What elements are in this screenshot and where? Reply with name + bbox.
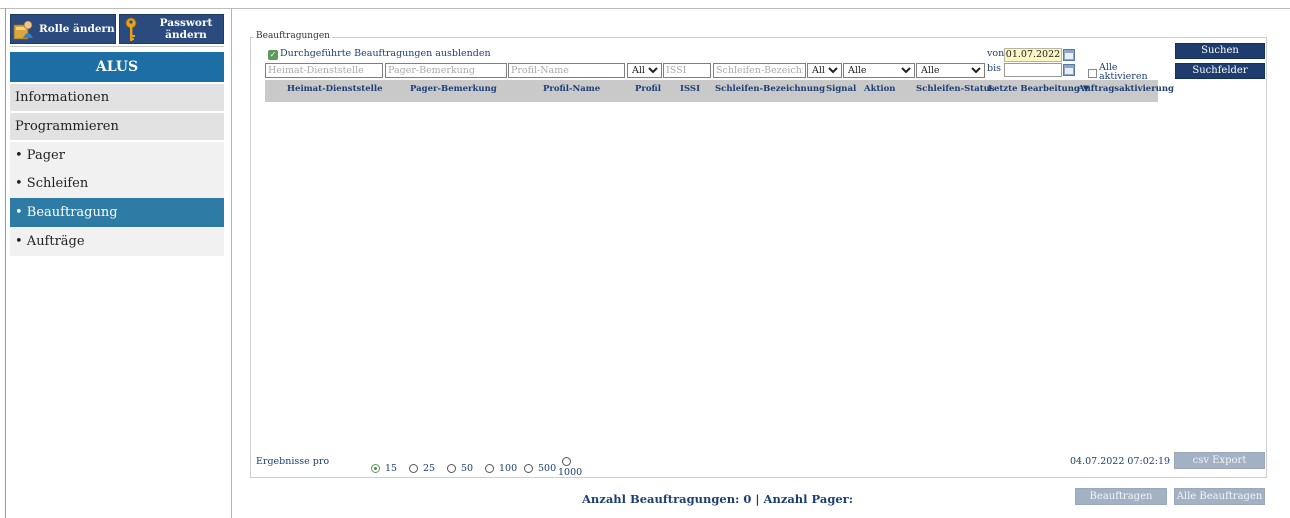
alle-aktivieren-label: Alle aktivieren xyxy=(1099,63,1148,79)
col-profil[interactable]: Profil xyxy=(635,84,661,94)
key-icon xyxy=(125,17,137,41)
col-aktion[interactable]: Aktion xyxy=(864,84,896,94)
change-role-button[interactable]: Rolle ändern xyxy=(10,14,116,44)
col-schleifen-status[interactable]: Schleifen-Status xyxy=(916,84,995,94)
schleifen-bezeichnung-input[interactable] xyxy=(713,63,806,78)
bis-label: bis xyxy=(987,63,1001,74)
col-signal[interactable]: Signal xyxy=(826,84,856,94)
profil-name-input[interactable] xyxy=(508,63,625,78)
alle-aktivieren-checkbox[interactable] xyxy=(1088,69,1097,78)
col-letzte-bearbeitung[interactable]: Letzte Bearbeitung ▼ xyxy=(988,84,1089,94)
issi-input[interactable] xyxy=(663,63,711,78)
signal-select[interactable]: Alle xyxy=(807,63,842,78)
col-issi[interactable]: ISSI xyxy=(680,84,700,94)
app-title: ALUS xyxy=(10,52,224,82)
clear-fields-button[interactable]: Suchfelder löschen xyxy=(1175,63,1265,90)
bis-date-input[interactable] xyxy=(1004,63,1062,77)
change-password-button[interactable]: Passwort ändern xyxy=(119,14,224,44)
password-label-line1: Passwort xyxy=(159,17,213,29)
fieldset-legend: Beauftragungen xyxy=(254,31,332,41)
nav-pager[interactable]: • Pager xyxy=(10,142,224,170)
nav-auftraege[interactable]: • Aufträge xyxy=(10,227,224,256)
hide-done-row[interactable]: ✓ Durchgeführte Beauftragungen ausblenden xyxy=(268,48,491,60)
col-schleifen-bezeichnung[interactable]: Schleifen-Bezeichnung xyxy=(715,84,825,94)
col-pager-bemerkung[interactable]: Pager-Bemerkung xyxy=(410,84,497,94)
pager-bemerkung-input[interactable] xyxy=(385,63,507,78)
nav-informationen[interactable]: Informationen xyxy=(10,84,224,111)
page-size-label-25: 25 xyxy=(423,463,436,474)
nav-schleifen[interactable]: • Schleifen xyxy=(10,170,224,198)
search-button[interactable]: Suchen xyxy=(1175,43,1265,59)
nav-programmieren[interactable]: Programmieren xyxy=(10,113,224,140)
top-border xyxy=(0,8,1290,9)
page-size-label-15: 15 xyxy=(385,463,398,474)
summary-counts: Anzahl Beauftragungen: 0 | Anzahl Pager: xyxy=(582,492,853,506)
table-header: Heimat-Dienststelle Pager-Bemerkung Prof… xyxy=(265,80,1174,102)
heimat-dienststelle-input[interactable] xyxy=(265,63,383,78)
results-per-page-text: Ergebnisse pro Seite xyxy=(256,456,330,468)
left-border xyxy=(5,8,6,518)
alle-beauftragen-button[interactable]: Alle Beauftragen xyxy=(1174,488,1265,505)
hide-done-checkbox[interactable]: ✓ xyxy=(268,50,278,60)
hide-done-label: Durchgeführte Beauftragungen ausblenden xyxy=(280,48,491,59)
user-role-icon xyxy=(13,20,33,40)
page-size-radio-500[interactable] xyxy=(524,464,533,473)
von-date-input[interactable]: 01.07.2022 xyxy=(1004,48,1062,62)
page-size-label-50: 50 xyxy=(461,463,474,474)
sidebar-separator xyxy=(10,46,224,47)
page-size-label-100: 100 xyxy=(499,463,518,474)
page-size-radio-50[interactable] xyxy=(447,464,456,473)
sidebar-top-buttons: Rolle ändern Passwort ändern xyxy=(10,14,224,44)
page-size-label-500: 500 xyxy=(538,463,557,474)
nav-beauftragung[interactable]: • Beauftragung xyxy=(10,198,224,227)
schleifen-status-select[interactable]: Alle xyxy=(916,63,985,78)
col-heimat-dienststelle[interactable]: Heimat-Dienststelle xyxy=(287,84,383,94)
page-size-label-1000: 1000 xyxy=(558,467,583,478)
results-per-page-label: Ergebnisse pro Seite xyxy=(256,456,346,468)
page-size-radio-1000[interactable] xyxy=(562,457,571,466)
calendar-icon[interactable] xyxy=(1063,64,1075,76)
page-size-radio-100[interactable] xyxy=(485,464,494,473)
timestamp: 04.07.2022 07:02:19 xyxy=(1070,456,1171,467)
change-password-label: Passwort ändern xyxy=(150,17,222,41)
beauftragungen-fieldset xyxy=(250,37,1267,478)
sidebar: Rolle ändern Passwort ändern ALUS Inform… xyxy=(10,14,224,518)
von-label: von xyxy=(987,48,1005,59)
col-auftragsaktivierung[interactable]: Auftragsaktivierung xyxy=(1078,84,1174,94)
aktion-select[interactable]: Alle xyxy=(843,63,915,78)
profil-select[interactable]: Alle xyxy=(627,63,662,78)
content-divider xyxy=(231,8,232,518)
csv-export-button[interactable]: csv Export xyxy=(1174,452,1265,469)
beauftragen-button[interactable]: Beauftragen xyxy=(1075,488,1167,505)
col-profil-name[interactable]: Profil-Name xyxy=(543,84,600,94)
page-size-radio-25[interactable] xyxy=(409,464,418,473)
change-role-label: Rolle ändern xyxy=(39,23,115,35)
page-size-radio-15[interactable] xyxy=(371,464,380,473)
calendar-icon[interactable] xyxy=(1063,49,1075,61)
password-label-line2: ändern xyxy=(165,29,207,41)
